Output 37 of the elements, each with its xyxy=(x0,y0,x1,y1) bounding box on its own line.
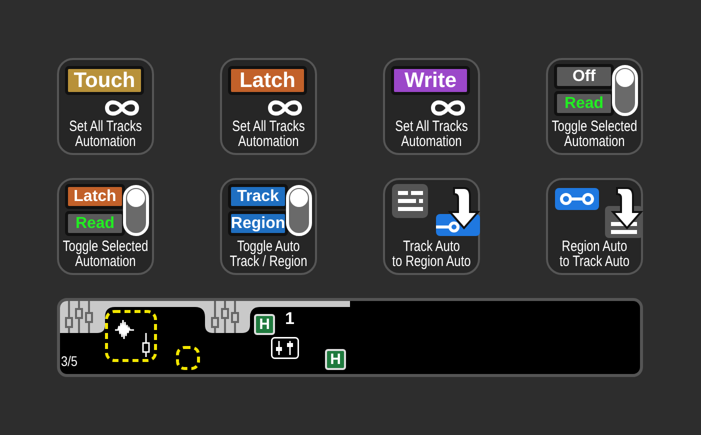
automation-mode-button[interactable]: Touch Set All Tracks Automation xyxy=(57,58,154,155)
toggle-button[interactable]: Latch Read Toggle Selected Automation xyxy=(57,178,154,275)
toggle-switch-icon xyxy=(286,185,312,236)
button-caption: Set All Tracks Automation xyxy=(394,119,469,149)
button-caption: Set All Tracks Automation xyxy=(231,119,306,149)
mode-badge: Read xyxy=(65,211,125,236)
toggle-button[interactable]: Track Region Toggle Auto Track / Region xyxy=(220,178,317,275)
hold-badge: H xyxy=(325,349,346,370)
mode-badge: Track xyxy=(228,184,288,209)
mode-badge: Write xyxy=(391,66,470,95)
page-indicator: 3/5 xyxy=(61,353,78,370)
mode-badge: Latch xyxy=(228,66,307,95)
mode-badge: Off xyxy=(554,64,614,89)
button-caption: Set All Tracks Automation xyxy=(68,119,143,149)
mode-badge: Latch xyxy=(65,184,125,209)
fader-icon xyxy=(142,333,150,357)
button-caption: Toggle Selected Automation xyxy=(62,239,150,269)
automation-mode-button[interactable]: Write Set All Tracks Automation xyxy=(383,58,480,155)
channel-number: 1 xyxy=(285,310,294,328)
button-caption: Toggle Selected Automation xyxy=(550,119,638,149)
toggle-button[interactable]: Off Read Toggle Selected Automation xyxy=(546,58,643,155)
button-caption: Toggle Auto Track / Region xyxy=(228,239,308,269)
button-caption: Region Auto to Track Auto xyxy=(558,239,631,269)
automation-mode-button[interactable]: Latch Set All Tracks Automation xyxy=(220,58,317,155)
mode-badge: Region xyxy=(228,211,288,236)
mode-badge: Read xyxy=(554,91,614,116)
selection-frame xyxy=(176,346,200,370)
waveform-icon xyxy=(114,319,135,340)
toggle-switch-icon xyxy=(123,185,149,236)
selection-frame xyxy=(105,310,157,362)
mode-badge: Touch xyxy=(65,66,144,95)
convert-button[interactable]: Track Auto to Region Auto xyxy=(383,178,480,275)
fader-pair-icon xyxy=(271,337,299,359)
hold-badge: H xyxy=(254,314,275,335)
convert-button[interactable]: Region Auto to Track Auto xyxy=(546,178,643,275)
toggle-switch-icon xyxy=(612,65,638,116)
button-caption: Track Auto to Region Auto xyxy=(391,239,472,269)
